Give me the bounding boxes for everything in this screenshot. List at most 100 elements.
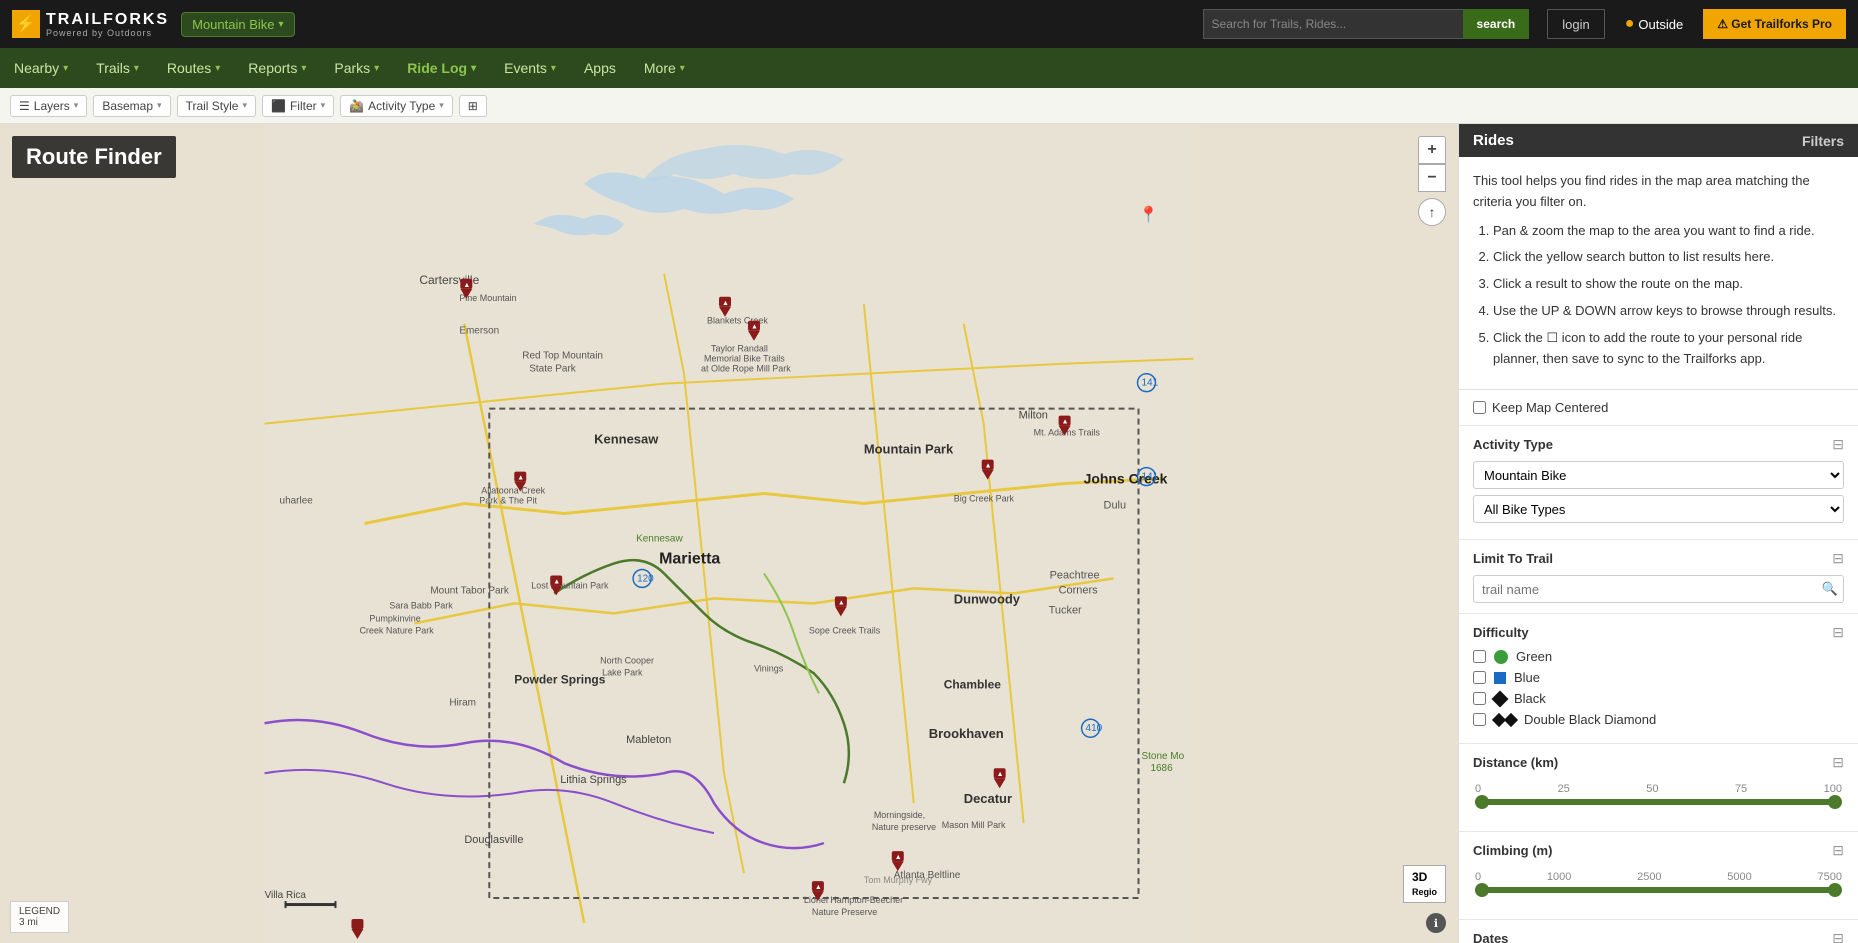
nav-reports[interactable]: Reports ▾ <box>234 48 320 88</box>
difficulty-green: Green <box>1473 649 1844 664</box>
difficulty-dbd: Double Black Diamond <box>1473 712 1844 727</box>
svg-text:State Park: State Park <box>529 364 576 375</box>
difficulty-collapse[interactable]: ⊟ <box>1832 624 1844 641</box>
step-5: Click the ☐ icon to add the route to you… <box>1493 328 1844 370</box>
layers-button[interactable]: ☰ Layers ▾ <box>10 95 87 117</box>
activity-type-filter: Activity Type ⊟ Mountain Bike Road Bike … <box>1459 426 1858 540</box>
climbing-range: 0 1000 2500 5000 7500 <box>1473 867 1844 909</box>
nav-apps[interactable]: Apps <box>570 48 630 88</box>
svg-text:Nature Preserve: Nature Preserve <box>812 907 877 917</box>
distance-label: Distance (km) <box>1473 755 1558 770</box>
routes-label: Routes <box>167 60 211 76</box>
trail-search-input[interactable] <box>1473 575 1844 603</box>
climbing-track[interactable] <box>1475 887 1842 893</box>
logo: ⚡ TRAILFORKS Powered by Outdoors <box>12 10 169 38</box>
activity-type-select[interactable]: Mountain Bike Road Bike Gravel/CX Hiking… <box>1473 461 1844 489</box>
activity-type-button[interactable]: Mountain Bike <box>181 12 294 37</box>
nav-routes[interactable]: Routes ▾ <box>153 48 234 88</box>
svg-text:▲: ▲ <box>985 463 992 470</box>
keep-centered-checkbox[interactable] <box>1473 401 1486 414</box>
difficulty-black: Black <box>1473 691 1844 706</box>
difficulty-dbd-label[interactable]: Double Black Diamond <box>1524 712 1656 727</box>
zoom-in-button[interactable]: + <box>1418 136 1446 164</box>
map-3d-button[interactable]: 3D Regio <box>1403 865 1446 903</box>
legend-label: LEGEND <box>19 906 60 917</box>
dist-0: 0 <box>1475 783 1481 795</box>
dates-collapse[interactable]: ⊟ <box>1832 930 1844 943</box>
secondary-toolbar: ☰ Layers ▾ Basemap ▾ Trail Style ▾ ⬛ Fil… <box>0 88 1858 124</box>
distance-handle-left[interactable] <box>1475 795 1489 809</box>
basemap-button[interactable]: Basemap ▾ <box>93 95 170 117</box>
login-button[interactable]: login <box>1547 9 1604 39</box>
global-search-button[interactable]: search <box>1463 9 1530 39</box>
activity-type-collapse[interactable]: ⊟ <box>1832 436 1844 453</box>
svg-text:Stone Mo: Stone Mo <box>1141 751 1184 762</box>
climbing-handle-left[interactable] <box>1475 883 1489 897</box>
difficulty-blue-icon <box>1494 672 1506 684</box>
svg-text:Corners: Corners <box>1059 584 1099 596</box>
difficulty-black-label[interactable]: Black <box>1514 691 1546 706</box>
ride-finder-panel: Rides Filters This tool helps you find r… <box>1458 124 1858 943</box>
parks-arrow: ▾ <box>374 63 379 74</box>
svg-text:Mount Tabor Park: Mount Tabor Park <box>430 585 509 596</box>
parks-label: Parks <box>334 60 370 76</box>
nav-trails[interactable]: Trails ▾ <box>82 48 153 88</box>
layers-label: Layers <box>34 99 70 113</box>
dist-100: 100 <box>1824 783 1842 795</box>
difficulty-blue-checkbox[interactable] <box>1473 671 1486 684</box>
nav-more[interactable]: More ▾ <box>630 48 699 88</box>
filter-arrow: ▾ <box>321 100 326 111</box>
distance-collapse[interactable]: ⊟ <box>1832 754 1844 771</box>
difficulty-black-checkbox[interactable] <box>1473 692 1486 705</box>
difficulty-header: Difficulty ⊟ <box>1473 624 1844 641</box>
events-label: Events <box>504 60 547 76</box>
map-svg: Cartersville Emerson Red Top Mountain St… <box>0 124 1458 943</box>
distance-track[interactable] <box>1475 799 1842 805</box>
map-info-button[interactable]: ℹ <box>1426 913 1446 933</box>
difficulty-blue: Blue <box>1473 670 1844 685</box>
difficulty-dbd-checkbox[interactable] <box>1473 713 1486 726</box>
svg-text:Sara Babb Park: Sara Babb Park <box>389 600 453 610</box>
svg-text:📍: 📍 <box>1139 205 1159 224</box>
distance-handle-right[interactable] <box>1828 795 1842 809</box>
dates-label: Dates <box>1473 931 1508 943</box>
svg-text:▲: ▲ <box>997 771 1004 778</box>
reports-label: Reports <box>248 60 297 76</box>
svg-text:Pumpkinvine: Pumpkinvine <box>369 613 420 623</box>
svg-text:Memorial Bike Trails: Memorial Bike Trails <box>704 354 785 364</box>
difficulty-green-checkbox[interactable] <box>1473 650 1486 663</box>
climbing-collapse[interactable]: ⊟ <box>1832 842 1844 859</box>
limit-trail-collapse[interactable]: ⊟ <box>1832 550 1844 567</box>
dist-75: 75 <box>1735 783 1747 795</box>
zoom-out-button[interactable]: − <box>1418 164 1446 192</box>
layers-arrow: ▾ <box>74 100 79 111</box>
get-pro-button[interactable]: ⚠ Get Trailforks Pro <box>1703 9 1846 39</box>
rides-steps: Pan & zoom the map to the area you want … <box>1473 221 1844 370</box>
nav-events[interactable]: Events ▾ <box>490 48 570 88</box>
svg-text:▲: ▲ <box>553 578 560 585</box>
global-search-input[interactable] <box>1203 9 1463 39</box>
filter-button[interactable]: ⬛ Filter ▾ <box>262 95 334 117</box>
search-bar: search <box>1203 9 1530 39</box>
basemap-label: Basemap <box>102 99 153 113</box>
nav-parks[interactable]: Parks ▾ <box>320 48 393 88</box>
filter-icon: ⬛ <box>271 99 286 113</box>
climbing-labels: 0 1000 2500 5000 7500 <box>1475 871 1842 883</box>
trail-style-button[interactable]: Trail Style ▾ <box>177 95 256 117</box>
nav-nearby[interactable]: Nearby ▾ <box>0 48 82 88</box>
logo-text: TRAILFORKS Powered by Outdoors <box>46 11 169 38</box>
distance-filter: Distance (km) ⊟ 0 25 50 75 100 <box>1459 744 1858 832</box>
map-area[interactable]: Route Finder <box>0 124 1458 943</box>
keep-centered-label[interactable]: Keep Map Centered <box>1492 400 1608 415</box>
compass-button[interactable]: ↑ <box>1418 198 1446 226</box>
activity-type-sec-button[interactable]: 🚵 Activity Type ▾ <box>340 95 453 117</box>
bike-type-select[interactable]: All Bike Types XC Trail Enduro DH <box>1473 495 1844 523</box>
filters-title: Filters <box>1802 133 1844 149</box>
climbing-handle-right[interactable] <box>1828 883 1842 897</box>
difficulty-green-label[interactable]: Green <box>1516 649 1552 664</box>
climbing-filter: Climbing (m) ⊟ 0 1000 2500 5000 7500 <box>1459 832 1858 920</box>
nav-ride-log[interactable]: Ride Log ▾ <box>393 48 490 88</box>
svg-text:North Cooper: North Cooper <box>600 655 654 665</box>
difficulty-blue-label[interactable]: Blue <box>1514 670 1540 685</box>
grid-button[interactable]: ⊞ <box>459 95 487 117</box>
